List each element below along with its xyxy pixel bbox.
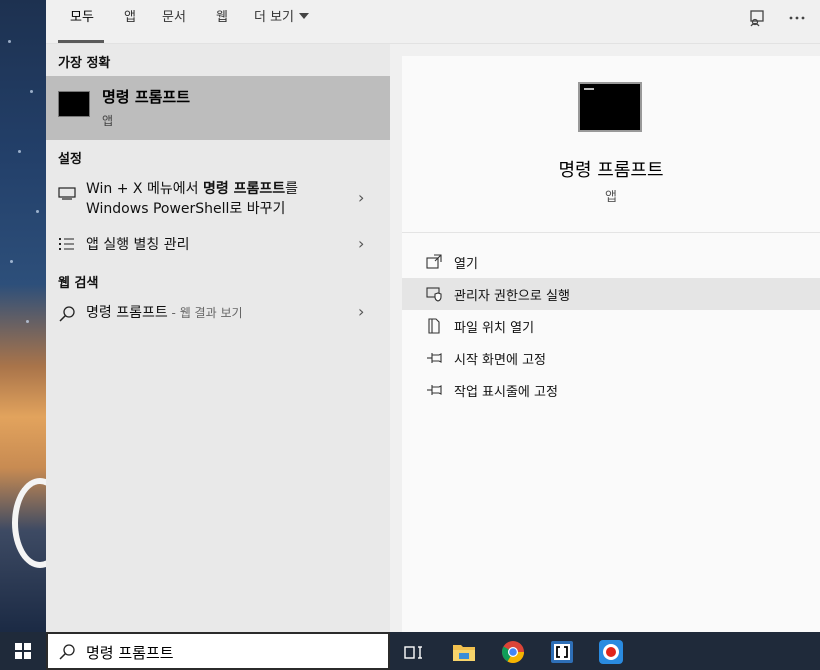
web-search-suffix: - 웹 결과 보기	[167, 306, 243, 320]
settings-heading: 설정	[58, 152, 82, 167]
chevron-right-icon: ›	[358, 302, 365, 321]
action-open[interactable]: 열기	[402, 246, 820, 278]
action-label: 관리자 권한으로 실행	[454, 289, 570, 304]
action-run-as-admin[interactable]: 관리자 권한으로 실행	[402, 278, 820, 310]
brackets-icon[interactable]	[549, 639, 575, 665]
filter-tabs: 모두 앱 문서 웹 더 보기	[46, 0, 820, 44]
taskbar	[0, 632, 820, 670]
display-icon	[58, 187, 76, 200]
results-list: 가장 정확 명령 프롬프트 앱 설정 Win + X 메뉴에서 명령 프롬프트를…	[46, 44, 390, 632]
chevron-right-icon: ›	[358, 188, 365, 207]
action-label: 작업 표시줄에 고정	[454, 385, 558, 400]
preview-type: 앱	[605, 190, 617, 205]
more-options-icon[interactable]	[784, 6, 810, 30]
settings-item-label: 앱 실행 별칭 관리	[86, 237, 190, 253]
open-icon	[426, 254, 442, 269]
screen-recorder-icon[interactable]	[598, 639, 624, 665]
best-match-title: 명령 프롬프트	[102, 88, 191, 106]
tab-web[interactable]: 웹	[216, 8, 228, 28]
tab-documents[interactable]: 문서	[162, 8, 186, 28]
action-label: 파일 위치 열기	[454, 321, 535, 336]
start-button[interactable]	[0, 632, 46, 670]
windows-logo-icon	[15, 643, 31, 659]
feedback-icon[interactable]	[744, 6, 770, 30]
file-location-icon	[428, 318, 440, 334]
pin-icon	[427, 353, 442, 363]
admin-shield-icon	[426, 287, 442, 302]
divider	[402, 232, 820, 233]
tab-more[interactable]: 더 보기	[254, 8, 310, 28]
search-icon	[59, 644, 75, 660]
command-prompt-icon	[578, 82, 642, 132]
search-input[interactable]	[86, 640, 376, 664]
action-pin-to-start[interactable]: 시작 화면에 고정	[402, 342, 820, 374]
web-search-query: 명령 프롬프트	[86, 305, 168, 321]
chevron-right-icon: ›	[358, 234, 365, 253]
settings-item-powershell[interactable]: Win + X 메뉴에서 명령 프롬프트를 Windows PowerShell…	[46, 178, 390, 224]
best-match-item[interactable]: 명령 프롬프트 앱	[46, 76, 390, 140]
best-match-heading: 가장 정확	[58, 56, 111, 71]
settings-item-text-bold: 명령 프롬프트	[202, 181, 286, 197]
tab-more-label: 더 보기	[254, 10, 295, 25]
chrome-icon[interactable]	[500, 639, 526, 665]
command-prompt-icon	[58, 91, 90, 117]
action-label: 시작 화면에 고정	[454, 353, 546, 368]
settings-item-text-pre: Win + X 메뉴에서	[86, 181, 203, 197]
pin-icon	[427, 385, 442, 395]
active-tab-indicator	[58, 40, 104, 43]
web-search-heading: 웹 검색	[58, 276, 99, 291]
action-open-file-location[interactable]: 파일 위치 열기	[402, 310, 820, 342]
settings-item-text-line2: Windows PowerShell로 바꾸기	[86, 201, 286, 217]
list-icon	[59, 238, 74, 250]
taskbar-search-box[interactable]	[46, 632, 390, 670]
tab-apps[interactable]: 앱	[124, 8, 136, 28]
best-match-type: 앱	[102, 114, 114, 128]
settings-item-text-post: 를	[285, 181, 298, 197]
search-icon	[59, 306, 75, 322]
preview-title: 명령 프롬프트	[558, 160, 664, 181]
task-view-icon[interactable]	[400, 639, 426, 665]
desktop-wallpaper	[0, 0, 46, 632]
settings-item-app-alias[interactable]: 앱 실행 별칭 관리 ›	[46, 234, 390, 258]
file-explorer-icon[interactable]	[451, 639, 477, 665]
chevron-down-icon	[299, 12, 310, 19]
preview-pane: 명령 프롬프트 앱 열기 관리자 권한으로 실행 파일 위치 열기 시작 화면에…	[402, 56, 820, 632]
start-search-panel: 모두 앱 문서 웹 더 보기 가장 정확 명령 프롬프트 앱 설정 Win + …	[46, 0, 820, 632]
web-search-item[interactable]: 명령 프롬프트 - 웹 결과 보기 ›	[46, 302, 390, 326]
tab-all[interactable]: 모두	[70, 8, 94, 28]
action-label: 열기	[454, 257, 478, 272]
action-pin-to-taskbar[interactable]: 작업 표시줄에 고정	[402, 374, 820, 406]
